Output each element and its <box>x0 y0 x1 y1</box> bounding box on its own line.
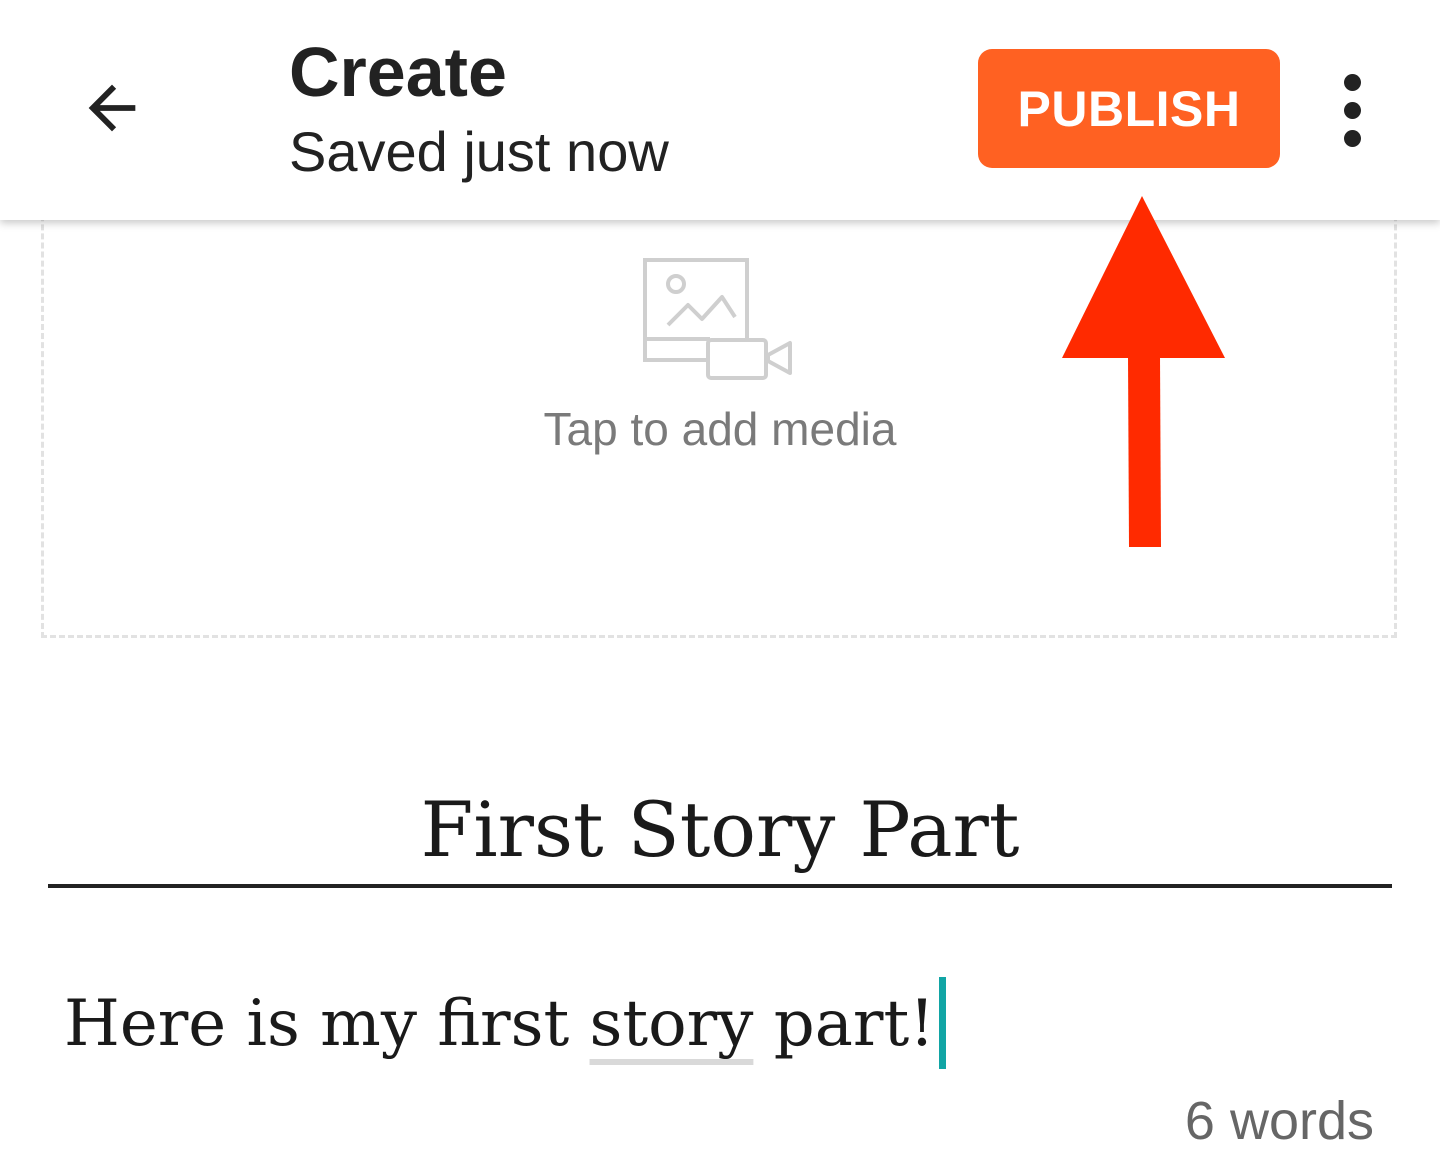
word-count: 6 words <box>1184 1091 1374 1151</box>
back-button[interactable] <box>62 58 162 158</box>
more-vertical-icon <box>1343 73 1361 91</box>
save-status: Saved just now <box>289 120 669 183</box>
spellcheck-word: story <box>589 987 754 1061</box>
red-up-arrow-icon <box>1062 196 1225 547</box>
title-block: Create Saved just now <box>289 30 669 186</box>
body-text-start: Here is my first <box>64 987 590 1061</box>
publish-button[interactable]: PUBLISH <box>978 49 1280 168</box>
image-video-placeholder-icon <box>643 258 792 380</box>
create-story-screen: Create Saved just now PUBLISH Tap to add… <box>0 0 1440 1171</box>
arrow-back-icon <box>88 84 136 132</box>
text-caret <box>938 976 946 1069</box>
body-text-end: part! <box>753 987 935 1061</box>
more-options-button[interactable] <box>1322 70 1382 150</box>
top-toolbar: Create Saved just now PUBLISH <box>0 0 1440 220</box>
story-body-editor[interactable]: Here is my first story part! <box>64 976 1384 1075</box>
more-vertical-icon-dot <box>1343 101 1361 119</box>
story-part-title-input[interactable]: First Story Part <box>48 776 1392 888</box>
page-title: Create <box>289 33 507 111</box>
more-vertical-icon-dot <box>1343 129 1361 147</box>
